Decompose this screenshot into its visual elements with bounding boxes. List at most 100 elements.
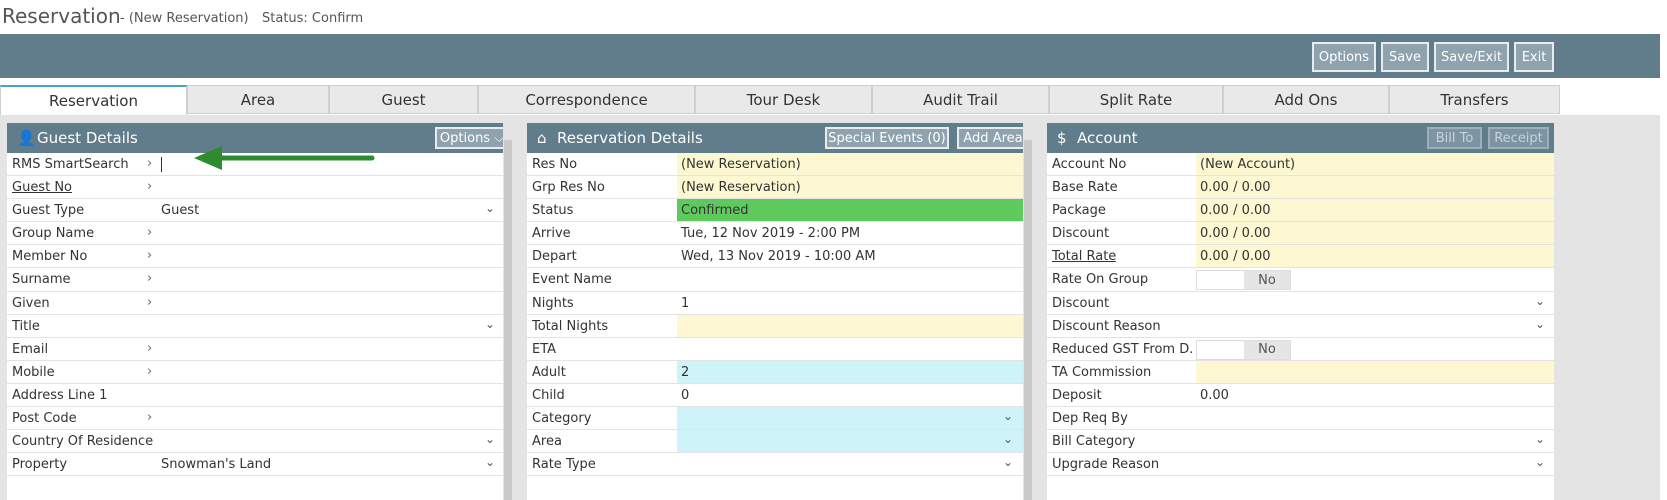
chevron-down-icon[interactable]: ⌄ <box>1535 294 1545 308</box>
field-label: Status <box>532 203 574 219</box>
tab-area[interactable]: Area <box>187 85 329 114</box>
acct-row-reduced-gst[interactable]: Reduced GST From D... No <box>1047 338 1554 361</box>
tab-split-rate[interactable]: Split Rate <box>1049 85 1223 114</box>
tab-add-ons[interactable]: Add Ons <box>1223 85 1389 114</box>
guest-row-country[interactable]: Country Of Residence ⌄ <box>7 430 503 454</box>
reservation-scrollbar[interactable] <box>1024 140 1032 500</box>
exit-button[interactable]: Exit <box>1514 42 1554 72</box>
acct-row-ta-commission[interactable]: TA Commission <box>1047 360 1554 384</box>
tab-reservation[interactable]: Reservation <box>0 85 187 115</box>
page-title: Reservation <box>2 4 121 28</box>
toggle-no-label: No <box>1244 271 1290 290</box>
acct-row-account-no[interactable]: Account No (New Account) <box>1047 153 1554 177</box>
field-label: Group Name <box>12 226 95 242</box>
guest-row-surname[interactable]: Surname › <box>7 268 503 292</box>
acct-row-dep-req-by[interactable]: Dep Req By <box>1047 407 1554 431</box>
chevron-down-icon[interactable]: ⌄ <box>1003 409 1013 423</box>
guest-row-mobile[interactable]: Mobile › <box>7 361 503 384</box>
reservation-subtitle: - (New Reservation) <box>120 11 249 26</box>
chevron-down-icon[interactable]: ⌄ <box>485 317 495 331</box>
acct-row-rate-on-group[interactable]: Rate On Group No <box>1047 268 1554 292</box>
guest-row-address[interactable]: Address Line 1 <box>7 384 503 408</box>
field-label: Upgrade Reason <box>1052 457 1160 473</box>
tab-correspondence[interactable]: Correspondence <box>478 85 695 114</box>
guest-options-button[interactable]: Options ⌵ <box>435 127 503 149</box>
nights-input[interactable]: 1 <box>677 292 689 314</box>
receipt-button[interactable]: Receipt <box>1488 127 1549 149</box>
field-label[interactable]: Total Rate <box>1052 249 1116 264</box>
tab-transfers[interactable]: Transfers <box>1389 85 1560 114</box>
res-row-category[interactable]: Category ⌄ <box>527 407 1023 431</box>
guest-row-email[interactable]: Email › <box>7 338 503 361</box>
field-label[interactable]: Guest No <box>12 180 72 195</box>
acct-row-discount-reason[interactable]: Discount Reason ⌄ <box>1047 315 1554 338</box>
res-row-res-no[interactable]: Res No (New Reservation) <box>527 153 1023 177</box>
res-row-event-name[interactable]: Event Name <box>527 268 1023 292</box>
adult-input[interactable]: 2 <box>677 360 1023 383</box>
child-input[interactable]: 0 <box>677 384 689 406</box>
reduced-gst-toggle[interactable]: No <box>1196 339 1291 360</box>
res-row-total-nights[interactable]: Total Nights <box>527 314 1023 338</box>
res-row-nights[interactable]: Nights 1 <box>527 292 1023 315</box>
save-exit-button[interactable]: Save/Exit <box>1434 42 1509 72</box>
chevron-down-icon[interactable]: ⌄ <box>1535 455 1545 469</box>
guest-scrollbar[interactable] <box>504 140 512 500</box>
acct-row-discount[interactable]: Discount ⌄ <box>1047 292 1554 315</box>
guest-row-guest-type[interactable]: Guest Type Guest ⌄ <box>7 199 503 223</box>
field-label: Adult <box>532 364 566 380</box>
depart-input[interactable]: Wed, 13 Nov 2019 - 10:00 AM <box>677 245 876 267</box>
chevron-down-icon[interactable]: ⌄ <box>485 432 495 446</box>
acct-row-upgrade-reason[interactable]: Upgrade Reason ⌄ <box>1047 453 1554 477</box>
chevron-right-icon: › <box>147 340 153 356</box>
guest-row-post-code[interactable]: Post Code › <box>7 407 503 431</box>
acct-row-bill-category[interactable]: Bill Category ⌄ <box>1047 430 1554 454</box>
arrive-input[interactable]: Tue, 12 Nov 2019 - 2:00 PM <box>677 222 860 244</box>
area-select[interactable] <box>677 430 1023 453</box>
acct-row-package[interactable]: Package 0.00 / 0.00 <box>1047 199 1554 223</box>
tab-guest[interactable]: Guest <box>329 85 478 114</box>
chevron-down-icon[interactable]: ⌄ <box>485 201 495 215</box>
status-select[interactable]: Confirmed <box>677 199 1023 222</box>
bill-to-button[interactable]: Bill To <box>1427 127 1482 149</box>
res-row-adult[interactable]: Adult 2 <box>527 360 1023 384</box>
guest-type-select[interactable]: Guest <box>157 199 199 221</box>
property-select[interactable]: Snowman's Land <box>157 453 271 475</box>
chevron-down-icon[interactable]: ⌄ <box>1003 432 1013 446</box>
tab-tour-desk[interactable]: Tour Desk <box>695 85 872 114</box>
acct-row-deposit[interactable]: Deposit 0.00 <box>1047 384 1554 408</box>
res-row-grp-res-no[interactable]: Grp Res No (New Reservation) <box>527 176 1023 200</box>
guest-row-given[interactable]: Given › <box>7 292 503 315</box>
save-button[interactable]: Save <box>1381 42 1429 72</box>
acct-row-discount-amt[interactable]: Discount 0.00 / 0.00 <box>1047 222 1554 246</box>
smartsearch-input[interactable] <box>157 153 162 175</box>
guest-row-property[interactable]: Property Snowman's Land ⌄ <box>7 453 503 477</box>
res-row-depart[interactable]: Depart Wed, 13 Nov 2019 - 10:00 AM <box>527 245 1023 269</box>
annotation-arrow-icon <box>194 146 375 170</box>
guest-row-member-no[interactable]: Member No › <box>7 245 503 269</box>
field-label: Child <box>532 387 565 403</box>
options-button[interactable]: Options <box>1312 42 1376 72</box>
chevron-down-icon[interactable]: ⌄ <box>1003 455 1013 469</box>
add-area-button[interactable]: Add Area <box>957 127 1023 149</box>
res-row-area[interactable]: Area ⌄ <box>527 430 1023 454</box>
tab-audit-trail[interactable]: Audit Trail <box>872 85 1049 114</box>
res-row-eta[interactable]: ETA <box>527 338 1023 361</box>
field-label: Deposit <box>1052 387 1102 403</box>
res-row-child[interactable]: Child 0 <box>527 384 1023 408</box>
deposit-input[interactable]: 0.00 <box>1196 384 1229 406</box>
chevron-down-icon[interactable]: ⌄ <box>1535 432 1545 446</box>
guest-row-guest-no[interactable]: Guest No › <box>7 176 503 200</box>
acct-row-base-rate[interactable]: Base Rate 0.00 / 0.00 <box>1047 176 1554 200</box>
chevron-down-icon[interactable]: ⌄ <box>1535 317 1545 331</box>
base-rate-value: 0.00 / 0.00 <box>1196 176 1554 199</box>
rate-on-group-toggle[interactable]: No <box>1196 270 1291 291</box>
guest-row-title[interactable]: Title ⌄ <box>7 315 503 338</box>
acct-row-total-rate[interactable]: Total Rate 0.00 / 0.00 <box>1047 245 1554 269</box>
chevron-down-icon[interactable]: ⌄ <box>485 455 495 469</box>
special-events-button[interactable]: Special Events (0) <box>825 127 949 149</box>
res-row-arrive[interactable]: Arrive Tue, 12 Nov 2019 - 2:00 PM <box>527 222 1023 246</box>
res-row-rate-type[interactable]: Rate Type ⌄ <box>527 453 1023 477</box>
category-select[interactable] <box>677 407 1023 430</box>
res-row-status[interactable]: Status Confirmed <box>527 199 1023 223</box>
guest-row-group-name[interactable]: Group Name › <box>7 222 503 246</box>
